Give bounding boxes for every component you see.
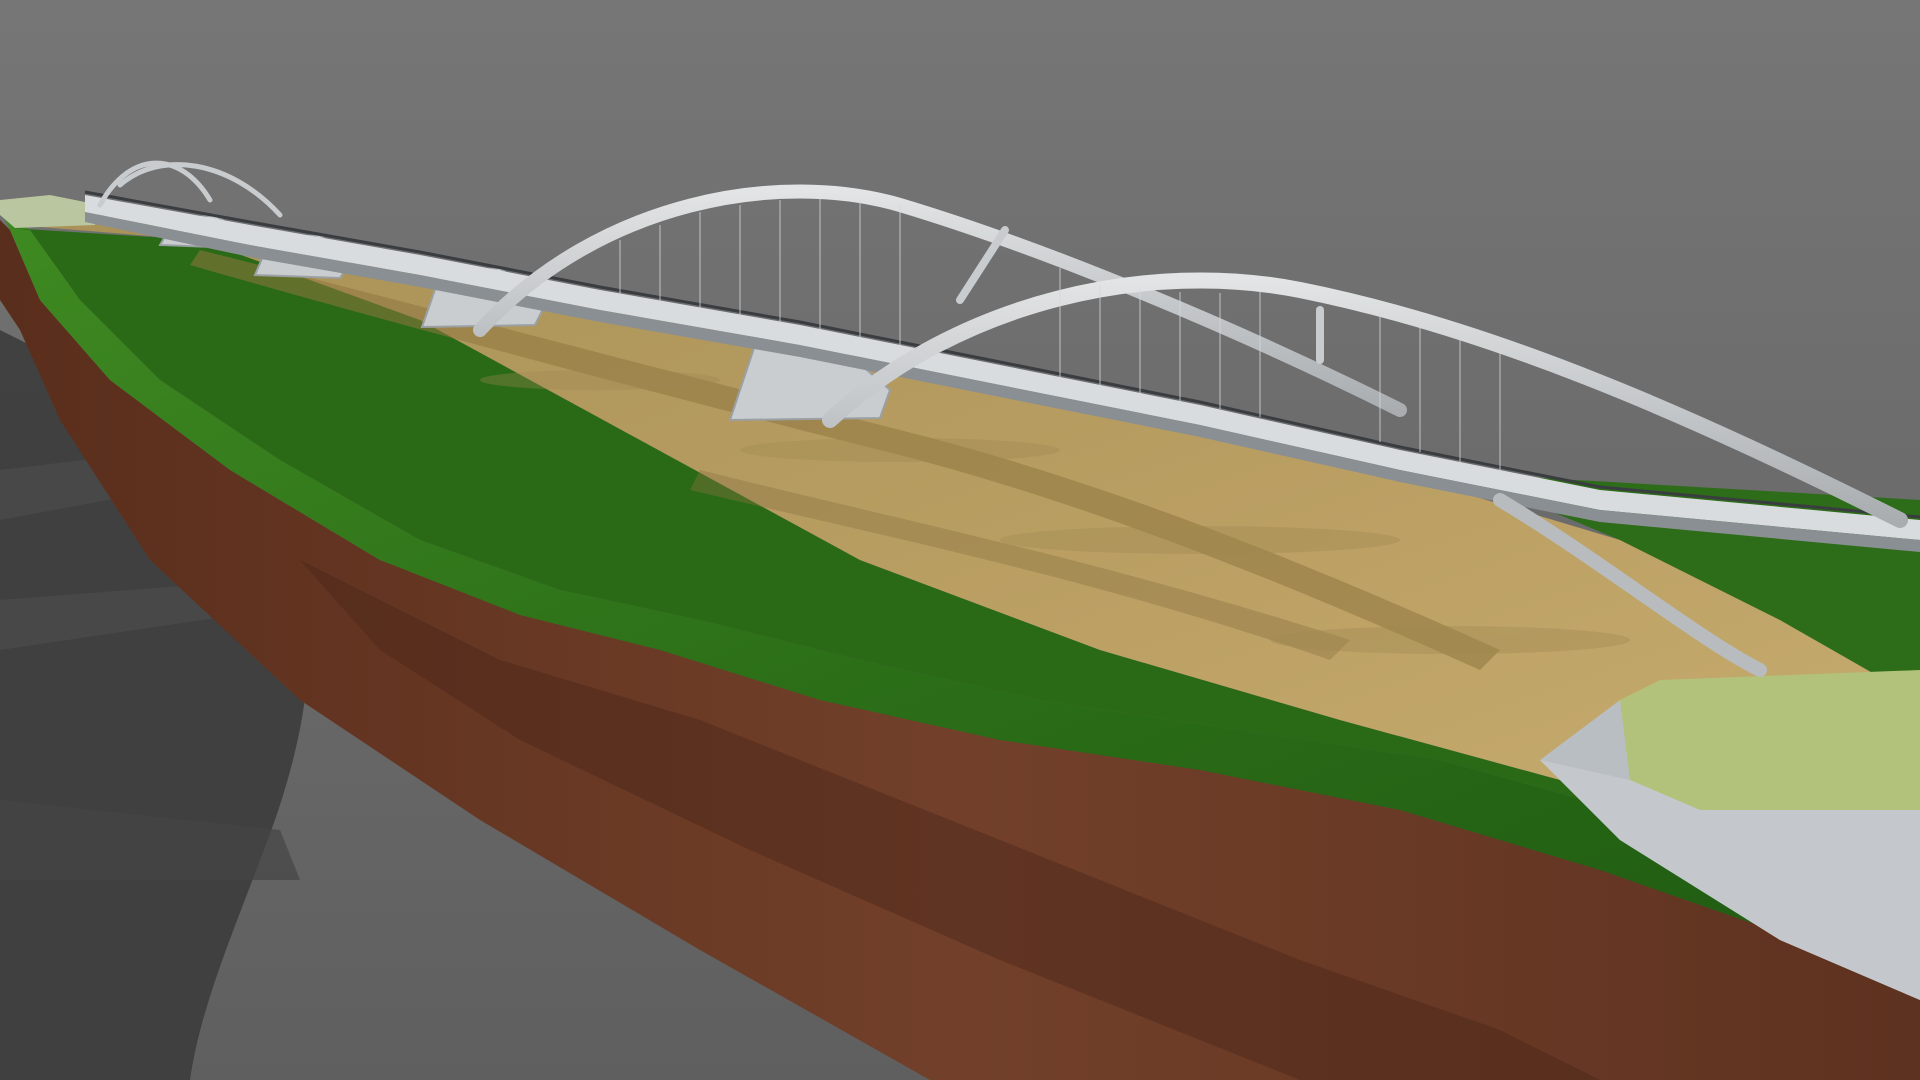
render-viewport [0,0,1920,1080]
abutment-block-top [1620,670,1920,810]
bridge-scene [0,0,1920,1080]
